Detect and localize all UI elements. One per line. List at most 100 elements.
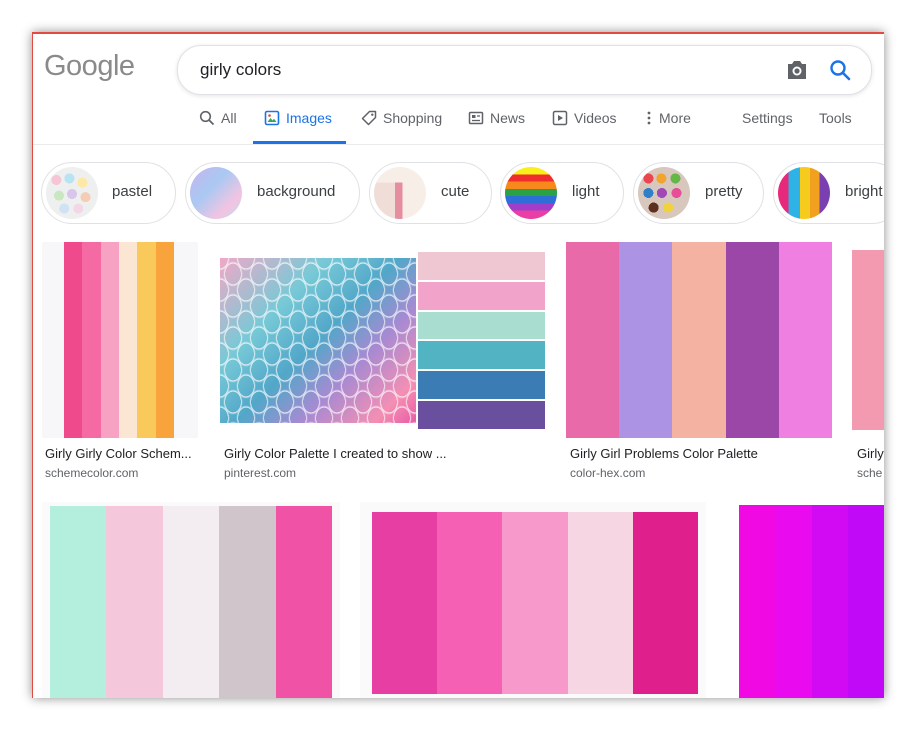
result-title[interactable]: Girly Girl Problems Color Palette [570,446,758,461]
color-swatch [811,505,848,698]
color-swatch [672,242,726,438]
color-swatch [219,506,276,698]
color-swatch [64,242,83,438]
color-swatch [50,506,107,698]
color-swatch [567,512,633,694]
image-result[interactable]: Girly Girly Color Schem... schemecolor.c… [42,242,202,482]
palette-swatches [418,252,545,429]
image-icon [264,110,280,126]
color-swatch [852,250,884,430]
play-icon [552,110,568,126]
tab-more[interactable]: More [645,107,691,144]
chip-light[interactable]: light [500,162,624,224]
result-source[interactable]: color-hex.com [570,466,645,480]
news-icon [468,111,484,125]
color-swatch [619,242,673,438]
search-icon[interactable] [828,58,852,82]
tab-label: More [659,110,691,126]
chip-label: pastel [112,183,153,200]
search-header: Google All [32,32,884,145]
tab-images[interactable]: Images [253,107,346,144]
tab-all[interactable]: All [199,107,237,144]
moroccan-tile-pattern [220,258,416,423]
chip-label: light [572,183,600,200]
search-input[interactable] [200,58,760,82]
chip-background[interactable]: background [185,162,360,224]
result-title[interactable]: Girly Girly Color Schem... [45,446,192,461]
color-swatch [106,506,163,698]
camera-icon[interactable] [785,59,809,81]
tab-label: Videos [574,110,617,126]
tab-label: News [490,110,526,126]
result-thumbnail[interactable] [566,242,832,438]
color-swatch [566,242,620,438]
chip-pretty[interactable]: pretty [633,162,764,224]
result-thumbnail[interactable] [360,502,706,698]
chip-label: pretty [705,183,743,200]
chip-thumbnail [638,167,690,219]
color-swatch [137,242,156,438]
tools-label: Tools [819,110,852,126]
color-swatch [437,512,503,694]
result-thumbnail[interactable] [736,502,884,698]
color-swatch [775,505,812,698]
result-thumbnail[interactable] [852,242,884,438]
tab-label: All [221,110,237,126]
tab-videos[interactable]: Videos [552,107,617,144]
browser-window: Google All [32,32,884,698]
result-title[interactable]: Girly Color Palette I created to show ..… [224,446,447,461]
chip-bright[interactable]: bright [773,162,884,224]
settings-link[interactable]: Settings [742,107,793,144]
result-source[interactable]: sche [857,466,882,480]
image-result[interactable]: Girly sche [852,242,884,482]
result-thumbnail[interactable] [42,502,340,698]
related-search-chips: pastel background cute light pretty brig… [32,160,884,230]
color-swatch [418,281,545,310]
result-thumbnail[interactable] [219,242,547,438]
settings-label: Settings [742,110,793,126]
color-swatch [847,505,884,698]
image-result[interactable]: Girly Girl Problems Color Palette color-… [566,242,834,482]
chip-label: cute [441,183,470,200]
tab-news[interactable]: News [468,107,525,144]
image-result[interactable] [360,502,706,698]
chip-thumbnail [505,167,557,219]
color-swatch [275,506,333,698]
tag-icon [361,110,377,126]
chip-thumbnail [190,167,242,219]
chip-cute[interactable]: cute [369,162,492,224]
color-swatch [372,512,438,694]
result-source[interactable]: pinterest.com [224,466,296,480]
more-vert-icon [647,111,651,125]
color-swatch [162,506,220,698]
chip-label: bright [845,183,883,200]
color-swatch [418,341,545,370]
tools-link[interactable]: Tools [819,107,852,144]
color-swatch [502,512,568,694]
color-swatch [632,512,699,694]
chip-pastel[interactable]: pastel [41,162,176,224]
google-logo[interactable]: Google [44,50,135,83]
result-thumbnail[interactable] [42,242,198,438]
color-swatch [118,242,138,438]
chip-thumbnail [374,167,426,219]
image-result[interactable] [736,502,884,698]
image-result[interactable]: Girly Color Palette I created to show ..… [219,242,547,482]
color-swatch [155,242,174,438]
result-title[interactable]: Girly [857,446,884,461]
color-swatch [418,252,545,280]
search-tabs: All Images Shopping News Videos More Set… [32,107,884,144]
tab-label: Images [286,110,332,126]
color-swatch [418,401,545,429]
tab-label: Shopping [383,110,443,126]
color-swatch [100,242,119,438]
search-box[interactable] [177,45,872,95]
color-swatch [82,242,101,438]
color-swatch [725,242,779,438]
color-swatch [418,311,545,340]
chip-label: background [257,183,336,200]
image-result[interactable] [42,502,340,698]
result-source[interactable]: schemecolor.com [45,466,138,480]
chip-thumbnail [778,167,830,219]
tab-shopping[interactable]: Shopping [361,107,442,144]
